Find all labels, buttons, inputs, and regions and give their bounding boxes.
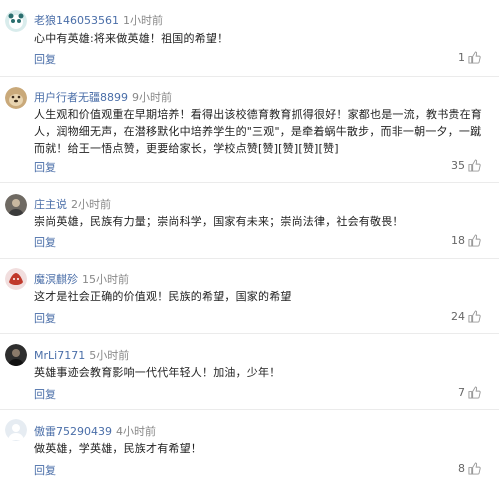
timestamp: 5小时前 [89,349,130,362]
thumbs-up-icon [468,462,481,475]
person-avatar-icon[interactable] [5,194,27,216]
dog-avatar-icon[interactable] [5,87,27,109]
like-button[interactable]: 18 [451,234,481,247]
like-button[interactable]: 7 [458,386,481,399]
username-link[interactable]: 老狼146053561 [34,14,119,27]
like-count: 35 [451,159,465,172]
comment-text: 人生观和价值观重在早期培养！看得出该校德育教育抓得很好！家都也是一流，教书贵在育… [34,108,482,155]
reply-button[interactable]: 回复 [34,234,56,250]
like-count: 7 [458,386,465,399]
thumbs-up-icon [468,310,481,323]
reply-button[interactable]: 回复 [34,462,56,478]
comment-text: 心中有英雄:将来做英雄！祖国的希望！ [34,32,229,45]
thumbs-up-icon [468,159,481,172]
thumbs-up-icon [468,234,481,247]
timestamp: 4小时前 [116,425,156,438]
reply-button[interactable]: 回复 [34,159,56,175]
username-link[interactable]: 用户行者无疆8899 [34,91,128,104]
username-link[interactable]: 魔溟麒殄 [34,273,78,286]
comment-text: 做英雄，学英雄，民族才有希望！ [34,442,202,455]
reply-button[interactable]: 回复 [34,310,56,326]
comment-meta: 傲雷75290439 4小时前 [34,423,156,439]
red-character-avatar-icon[interactable] [5,268,27,290]
divider [0,258,499,259]
timestamp: 2小时前 [71,198,111,211]
divider [0,76,499,77]
like-count: 24 [451,310,465,323]
dark-person-avatar-icon[interactable] [5,344,27,366]
comment-meta: 魔溟麒殄 15小时前 [34,271,129,287]
username-link[interactable]: 傲雷75290439 [34,425,112,438]
comment-meta: 老狼146053561 1小时前 [34,12,163,28]
username-link[interactable]: 庄主说 [34,198,67,211]
like-button[interactable]: 24 [451,310,481,323]
like-button[interactable]: 8 [458,462,481,475]
reply-button[interactable]: 回复 [34,51,56,67]
like-count: 1 [458,51,465,64]
comment-meta: 用户行者无疆8899 9小时前 [34,89,172,105]
thumbs-up-icon [468,386,481,399]
like-button[interactable]: 1 [458,51,481,64]
timestamp: 9小时前 [132,91,172,104]
reply-button[interactable]: 回复 [34,386,56,402]
divider [0,182,499,183]
divider [0,409,499,410]
comment-meta: 庄主说 2小时前 [34,196,111,212]
like-button[interactable]: 35 [451,159,481,172]
like-count: 8 [458,462,465,475]
timestamp: 15小时前 [82,273,129,286]
comment-meta: MrLi7171 5小时前 [34,347,129,363]
divider [0,333,499,334]
default-avatar-icon[interactable] [5,419,27,441]
thumbs-up-icon [468,51,481,64]
like-count: 18 [451,234,465,247]
username-link[interactable]: MrLi7171 [34,349,85,362]
timestamp: 1小时前 [123,14,163,27]
comment-text: 这才是社会正确的价值观！民族的希望，国家的希望 [34,290,292,303]
comment-text: 英雄事迹会教育影响一代代年轻人！加油，少年！ [34,366,281,379]
comment-text: 崇尚英雄，民族有力量；崇尚科学，国家有未来；崇尚法律，社会有敬畏！ [34,215,404,228]
panda-avatar-icon[interactable] [5,10,27,32]
